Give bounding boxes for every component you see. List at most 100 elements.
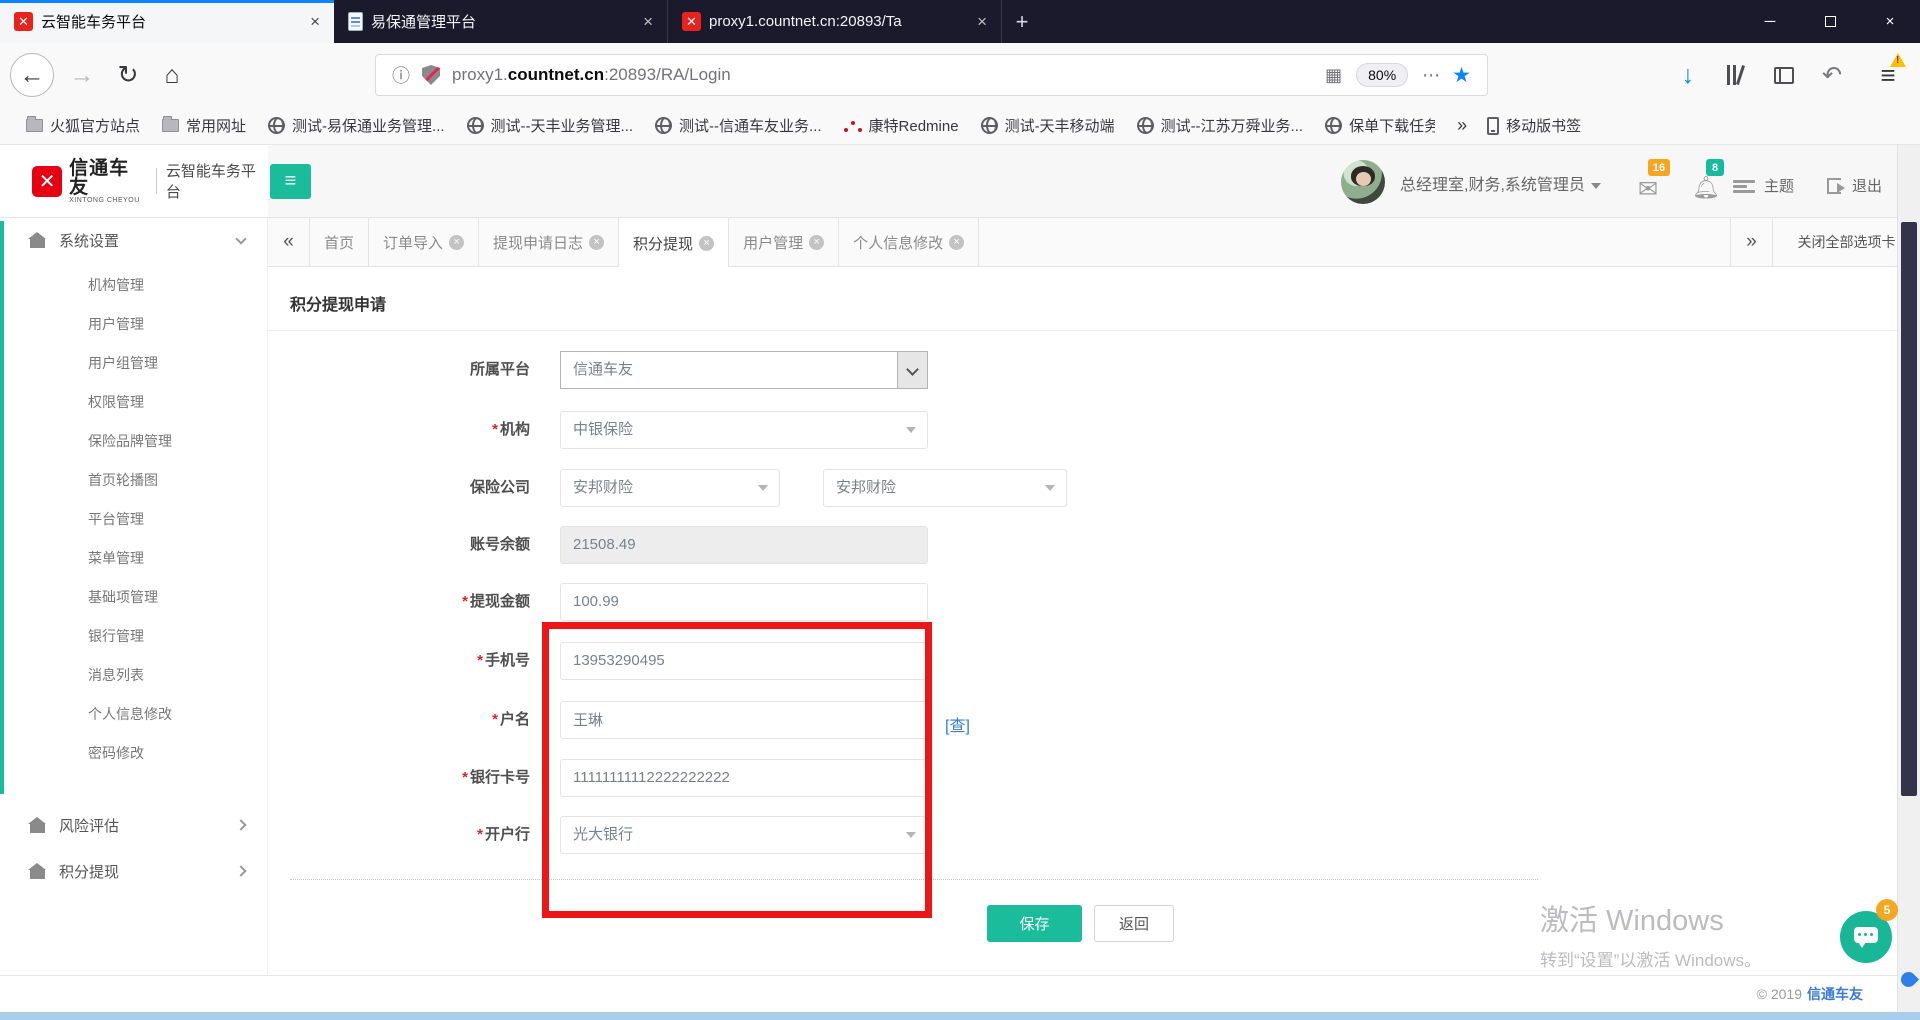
card-no-input[interactable] (573, 760, 915, 795)
bookmark-item[interactable]: 测试--信通车友业务... (655, 115, 822, 136)
bookmark-item[interactable]: 移动版书签 (1487, 115, 1581, 136)
platform-select[interactable]: 信通车友 (560, 351, 928, 389)
sidebar-item-bank-mgmt[interactable]: 银行管理 (0, 617, 267, 656)
bank-select[interactable]: 光大银行 (560, 816, 928, 854)
browser-tab-2[interactable]: 易保通管理平台 × (334, 0, 668, 43)
caret-down-icon (906, 832, 916, 838)
sidebar-item-basic-item-mgmt[interactable]: 基础项管理 (0, 578, 267, 617)
bookmark-item[interactable]: 保单下载任务 (1325, 115, 1435, 136)
app-header: ✕ 信通车友 XINTONG CHEYOU 云智能车务平台 ≡ 总经理室,财务,… (0, 145, 1920, 218)
url-bar[interactable]: ⓘ proxy1.countnet.cn:20893/RA/Login ▦ 80… (375, 54, 1488, 96)
page-zoom-indicator[interactable]: 80% (1356, 63, 1409, 87)
sidebar-item-permission-mgmt[interactable]: 权限管理 (0, 383, 267, 422)
bookmark-label: 测试--信通车友业务... (679, 118, 822, 135)
downloads-button[interactable]: ↓ (1668, 57, 1708, 93)
sidebar-item-message-list[interactable]: 消息列表 (0, 656, 267, 695)
close-button[interactable]: × (1860, 0, 1920, 43)
app-tab-order-import[interactable]: 订单导入 × (369, 218, 480, 266)
bookmark-item[interactable]: 测试-天丰移动端 (980, 115, 1115, 136)
sidebar-group-risk-assessment[interactable]: 风险评估 (0, 803, 267, 847)
page-actions-icon[interactable]: ⋯ (1422, 65, 1440, 86)
new-tab-button[interactable]: + (1002, 0, 1042, 43)
tab-close-icon[interactable]: × (306, 12, 324, 32)
sidebar-item-password-change[interactable]: 密码修改 (0, 734, 267, 773)
tabs-scroll-left-button[interactable]: « (268, 218, 310, 266)
bookmark-item[interactable]: 测试--天丰业务管理... (466, 115, 633, 136)
vertical-scrollbar[interactable] (1897, 145, 1920, 1012)
app-logo[interactable]: ✕ 信通车友 XINTONG CHEYOU 云智能车务平台 (0, 145, 268, 217)
tab-close-icon[interactable]: × (973, 12, 991, 32)
maximize-button[interactable] (1800, 0, 1860, 43)
app-tab-user-mgmt[interactable]: 用户管理 × (729, 218, 840, 266)
site-info-icon[interactable]: ⓘ (392, 62, 410, 88)
footer-brand-link[interactable]: 信通车友 (1807, 984, 1863, 1004)
bookmark-item[interactable]: 康特Redmine (843, 115, 959, 136)
org-select[interactable]: 中银保险 (560, 411, 928, 449)
insurer-select-2[interactable]: 安邦财险 (823, 469, 1067, 507)
bookmark-item[interactable]: 常用网址 (162, 115, 246, 136)
back-button-form[interactable]: 返回 (1094, 905, 1174, 942)
bookmark-item[interactable]: 火狐官方站点 (26, 115, 140, 136)
sidebar-item-usergroup-mgmt[interactable]: 用户组管理 (0, 344, 267, 383)
bookmark-item[interactable]: 测试--江苏万舜业务... (1136, 115, 1303, 136)
lookup-link[interactable]: [查] (945, 712, 970, 736)
tab-title: 易保通管理平台 (371, 14, 477, 31)
app-menu-button[interactable]: ≡ (1868, 53, 1908, 93)
tab-close-icon[interactable]: × (449, 234, 465, 250)
blocked-plugin-icon[interactable] (422, 65, 440, 85)
sidebar-item-profile-edit[interactable]: 个人信息修改 (0, 695, 267, 734)
tab-close-icon[interactable]: × (639, 12, 657, 32)
bookmark-star-icon[interactable]: ★ (1452, 63, 1471, 88)
bookmark-item[interactable]: 测试-易保通业务管理... (268, 115, 445, 136)
messages-button[interactable]: ✉ (1638, 175, 1658, 204)
undo-button[interactable]: ↶ (1812, 57, 1852, 93)
site-favicon: ✕ (14, 12, 33, 31)
scrollbar-thumb[interactable] (1901, 222, 1917, 796)
browser-tab-3[interactable]: ✕ proxy1.countnet.cn:20893/Ta × (668, 0, 1002, 43)
sidebar-item-menu-mgmt[interactable]: 菜单管理 (0, 539, 267, 578)
save-button[interactable]: 保存 (987, 905, 1082, 942)
sidebars-button[interactable] (1764, 57, 1804, 93)
tab-close-icon[interactable]: × (809, 234, 825, 250)
sidebar-group-system-settings[interactable]: 系统设置 (0, 218, 267, 262)
library-button[interactable] (1716, 57, 1756, 93)
app-tab-points-withdraw[interactable]: 积分提现 × (619, 218, 730, 268)
app-tab-home[interactable]: 首页 (310, 218, 370, 266)
bookmarks-overflow-button[interactable]: » (1457, 115, 1467, 136)
app-tab-withdraw-log[interactable]: 提现申请日志 × (479, 218, 620, 266)
logo-divider (155, 168, 157, 194)
back-button[interactable]: ← (10, 53, 54, 97)
tabs-scroll-right-button[interactable]: » (1730, 218, 1772, 266)
tab-label: 积分提现 (633, 235, 694, 253)
minimize-button[interactable]: ─ (1740, 0, 1800, 43)
theme-button[interactable]: 主题 (1764, 175, 1794, 196)
browser-tab-1[interactable]: ✕ 云智能车务平台 × (0, 0, 334, 43)
tab-close-icon[interactable]: × (699, 235, 715, 251)
sidebar-toggle-button[interactable]: ≡ (270, 164, 311, 199)
amount-input[interactable] (573, 584, 915, 619)
home-button[interactable]: ⌂ (150, 53, 194, 97)
sidebar-item-user-mgmt[interactable]: 用户管理 (0, 305, 267, 344)
sidebar-group-points-withdraw[interactable]: 积分提现 (0, 849, 267, 893)
reload-button[interactable]: ↻ (106, 53, 150, 97)
notifications-button[interactable]: 🔔︎ (1692, 175, 1720, 201)
tab-close-icon[interactable]: × (949, 234, 965, 250)
sidebar-item-org-mgmt[interactable]: 机构管理 (0, 266, 267, 305)
selected-value: 安邦财险 (573, 479, 634, 496)
logout-button[interactable]: 退出 (1852, 175, 1882, 196)
sidebar-item-insurance-brand-mgmt[interactable]: 保险品牌管理 (0, 422, 267, 461)
windows-activation-watermark: 激活 Windows 转到“设置”以激活 Windows。 (1540, 897, 1761, 971)
insurer-select-1[interactable]: 安邦财险 (560, 469, 780, 507)
sidebar-item-platform-mgmt[interactable]: 平台管理 (0, 500, 267, 539)
user-roles-dropdown[interactable]: 总经理室,财务,系统管理员 (1400, 171, 1601, 195)
qr-extension-icon[interactable]: ▦ (1325, 65, 1342, 86)
phone-input[interactable] (573, 643, 915, 678)
forward-button[interactable]: → (60, 53, 104, 97)
tab-close-icon[interactable]: × (589, 234, 605, 250)
avatar[interactable] (1341, 160, 1385, 204)
globe-icon (1325, 117, 1343, 134)
sidebar-item-home-carousel[interactable]: 首页轮播图 (0, 461, 267, 500)
home-icon (28, 862, 46, 879)
account-name-input[interactable] (573, 702, 915, 736)
app-tab-profile-edit[interactable]: 个人信息修改 × (839, 218, 980, 266)
